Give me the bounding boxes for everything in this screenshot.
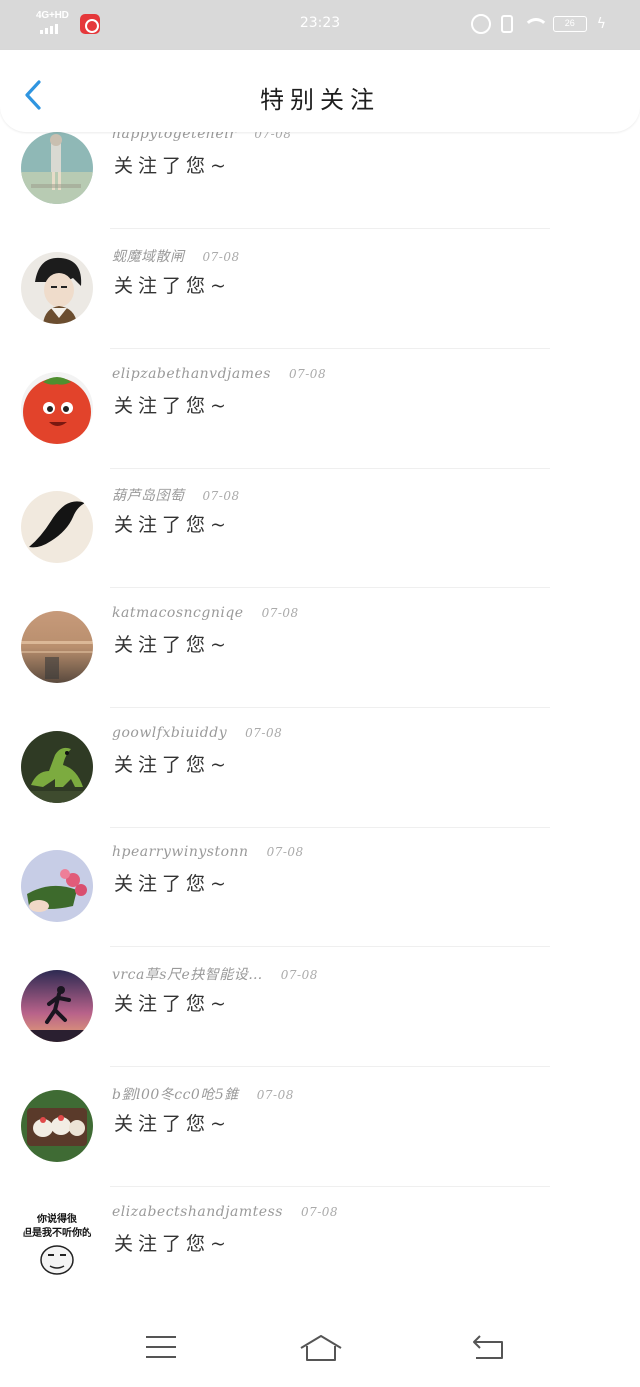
avatar-anime-character-icon xyxy=(21,252,93,324)
list-item[interactable]: hpearrywinystonn 07-08 关注了您~ xyxy=(0,827,640,947)
alarm-icon xyxy=(470,14,491,34)
message: 关注了您~ xyxy=(114,993,231,1015)
charging-icon: ϟ xyxy=(596,16,606,32)
list-item[interactable]: goowlfxbiuiddy 07-08 关注了您~ xyxy=(0,708,640,828)
wifi-icon xyxy=(522,16,549,32)
date: 07-08 xyxy=(266,845,304,859)
message: 关注了您~ xyxy=(114,634,231,656)
home-icon xyxy=(300,1335,342,1361)
message: 关注了您~ xyxy=(114,1233,231,1255)
menu-icon xyxy=(146,1336,176,1358)
date: 07-08 xyxy=(245,726,283,740)
username[interactable]: katmacosncgniqe 07-08 xyxy=(112,605,299,621)
date: 07-08 xyxy=(261,606,299,620)
list-item[interactable]: happytogeteheir 07-08 关注了您~ xyxy=(0,132,640,229)
username[interactable]: 蚬魔域散闸 07-08 xyxy=(112,246,240,266)
date: 07-08 xyxy=(288,367,327,381)
svg-text:但是我不听你的: 但是我不听你的 xyxy=(21,1226,92,1239)
avatar-meme-face-icon: 你说得很 但是我不听你的 xyxy=(21,1210,93,1282)
status-bar: 4G+HD 23:23 26 ϟ xyxy=(0,0,640,50)
date: 07-08 xyxy=(254,132,292,141)
avatar[interactable] xyxy=(21,1090,93,1162)
message: 关注了您~ xyxy=(114,155,231,177)
username[interactable]: elipzabethanvdjames 07-08 xyxy=(112,366,326,382)
avatar[interactable] xyxy=(21,850,93,922)
avatar-sunset-sea-icon xyxy=(21,611,93,683)
battery-icon: 26 xyxy=(552,16,587,32)
avatar-mustache-icon xyxy=(21,491,93,563)
avatar[interactable] xyxy=(21,970,93,1042)
return-button[interactable] xyxy=(472,1334,504,1360)
date: 07-08 xyxy=(202,489,240,503)
avatar[interactable] xyxy=(21,491,93,563)
avatar[interactable] xyxy=(21,611,93,683)
message: 关注了您~ xyxy=(114,754,231,776)
message: 关注了您~ xyxy=(114,873,231,895)
date: 07-08 xyxy=(202,250,240,264)
avatar-running-silhouette-icon xyxy=(21,970,93,1042)
avatar-buns-icon xyxy=(21,1090,93,1162)
avatar[interactable] xyxy=(21,132,93,204)
return-icon xyxy=(473,1335,503,1359)
date: 07-08 xyxy=(256,1088,294,1102)
avatar[interactable]: 你说得很 但是我不听你的 xyxy=(21,1210,93,1282)
message: 关注了您~ xyxy=(114,275,231,297)
message: 关注了您~ xyxy=(114,514,231,536)
app-header: 特别关注 xyxy=(0,50,640,132)
avatar[interactable] xyxy=(21,372,93,444)
menu-button[interactable] xyxy=(145,1334,177,1360)
home-button[interactable] xyxy=(299,1334,343,1362)
system-nav-bar xyxy=(0,1302,640,1387)
username[interactable]: goowlfxbiuiddy 07-08 xyxy=(112,725,282,741)
message: 关注了您~ xyxy=(114,1113,231,1135)
page-title: 特别关注 xyxy=(260,86,380,114)
username[interactable]: 葫芦岛囹萄 07-08 xyxy=(112,485,240,505)
svg-text:你说得很: 你说得很 xyxy=(36,1212,77,1225)
list-item[interactable]: katmacosncgniqe 07-08 关注了您~ xyxy=(0,588,640,708)
date: 07-08 xyxy=(280,968,318,982)
username[interactable]: happytogeteheir 07-08 xyxy=(112,132,291,142)
vibrate-icon xyxy=(500,15,513,33)
username[interactable]: vrca草s尺e抉智能设… 07-08 xyxy=(112,964,318,984)
list-item[interactable]: 葫芦岛囹萄 07-08 关注了您~ xyxy=(0,468,640,588)
list-item[interactable]: 你说得很 但是我不听你的 elizabectshandjamtess 07-08 … xyxy=(0,1187,640,1302)
follow-list[interactable]: happytogeteheir 07-08 关注了您~ 蚬魔域散闸 07-08 关注… xyxy=(0,132,640,1302)
list-item[interactable]: vrca草s尺e抉智能设… 07-08 关注了您~ xyxy=(0,947,640,1067)
list-item[interactable]: 蚬魔域散闸 07-08 关注了您~ xyxy=(0,229,640,349)
message: 关注了您~ xyxy=(114,395,231,417)
username[interactable]: hpearrywinystonn 07-08 xyxy=(112,844,304,860)
username[interactable]: b劉l00冬cc0呛5錐 07-08 xyxy=(112,1084,294,1104)
avatar[interactable] xyxy=(21,731,93,803)
avatar-flower-bouquet-icon xyxy=(21,850,93,922)
username[interactable]: elizabectshandjamtess 07-08 xyxy=(112,1204,338,1220)
avatar-girl-beach-icon xyxy=(21,132,93,204)
avatar-green-dinosaur-icon xyxy=(21,731,93,803)
list-item[interactable]: b劉l00冬cc0呛5錐 07-08 关注了您~ xyxy=(0,1067,640,1187)
avatar[interactable] xyxy=(21,252,93,324)
avatar-tomato-face-icon xyxy=(21,372,93,444)
list-item[interactable]: elipzabethanvdjames 07-08 关注了您~ xyxy=(0,349,640,469)
date: 07-08 xyxy=(300,1205,339,1219)
